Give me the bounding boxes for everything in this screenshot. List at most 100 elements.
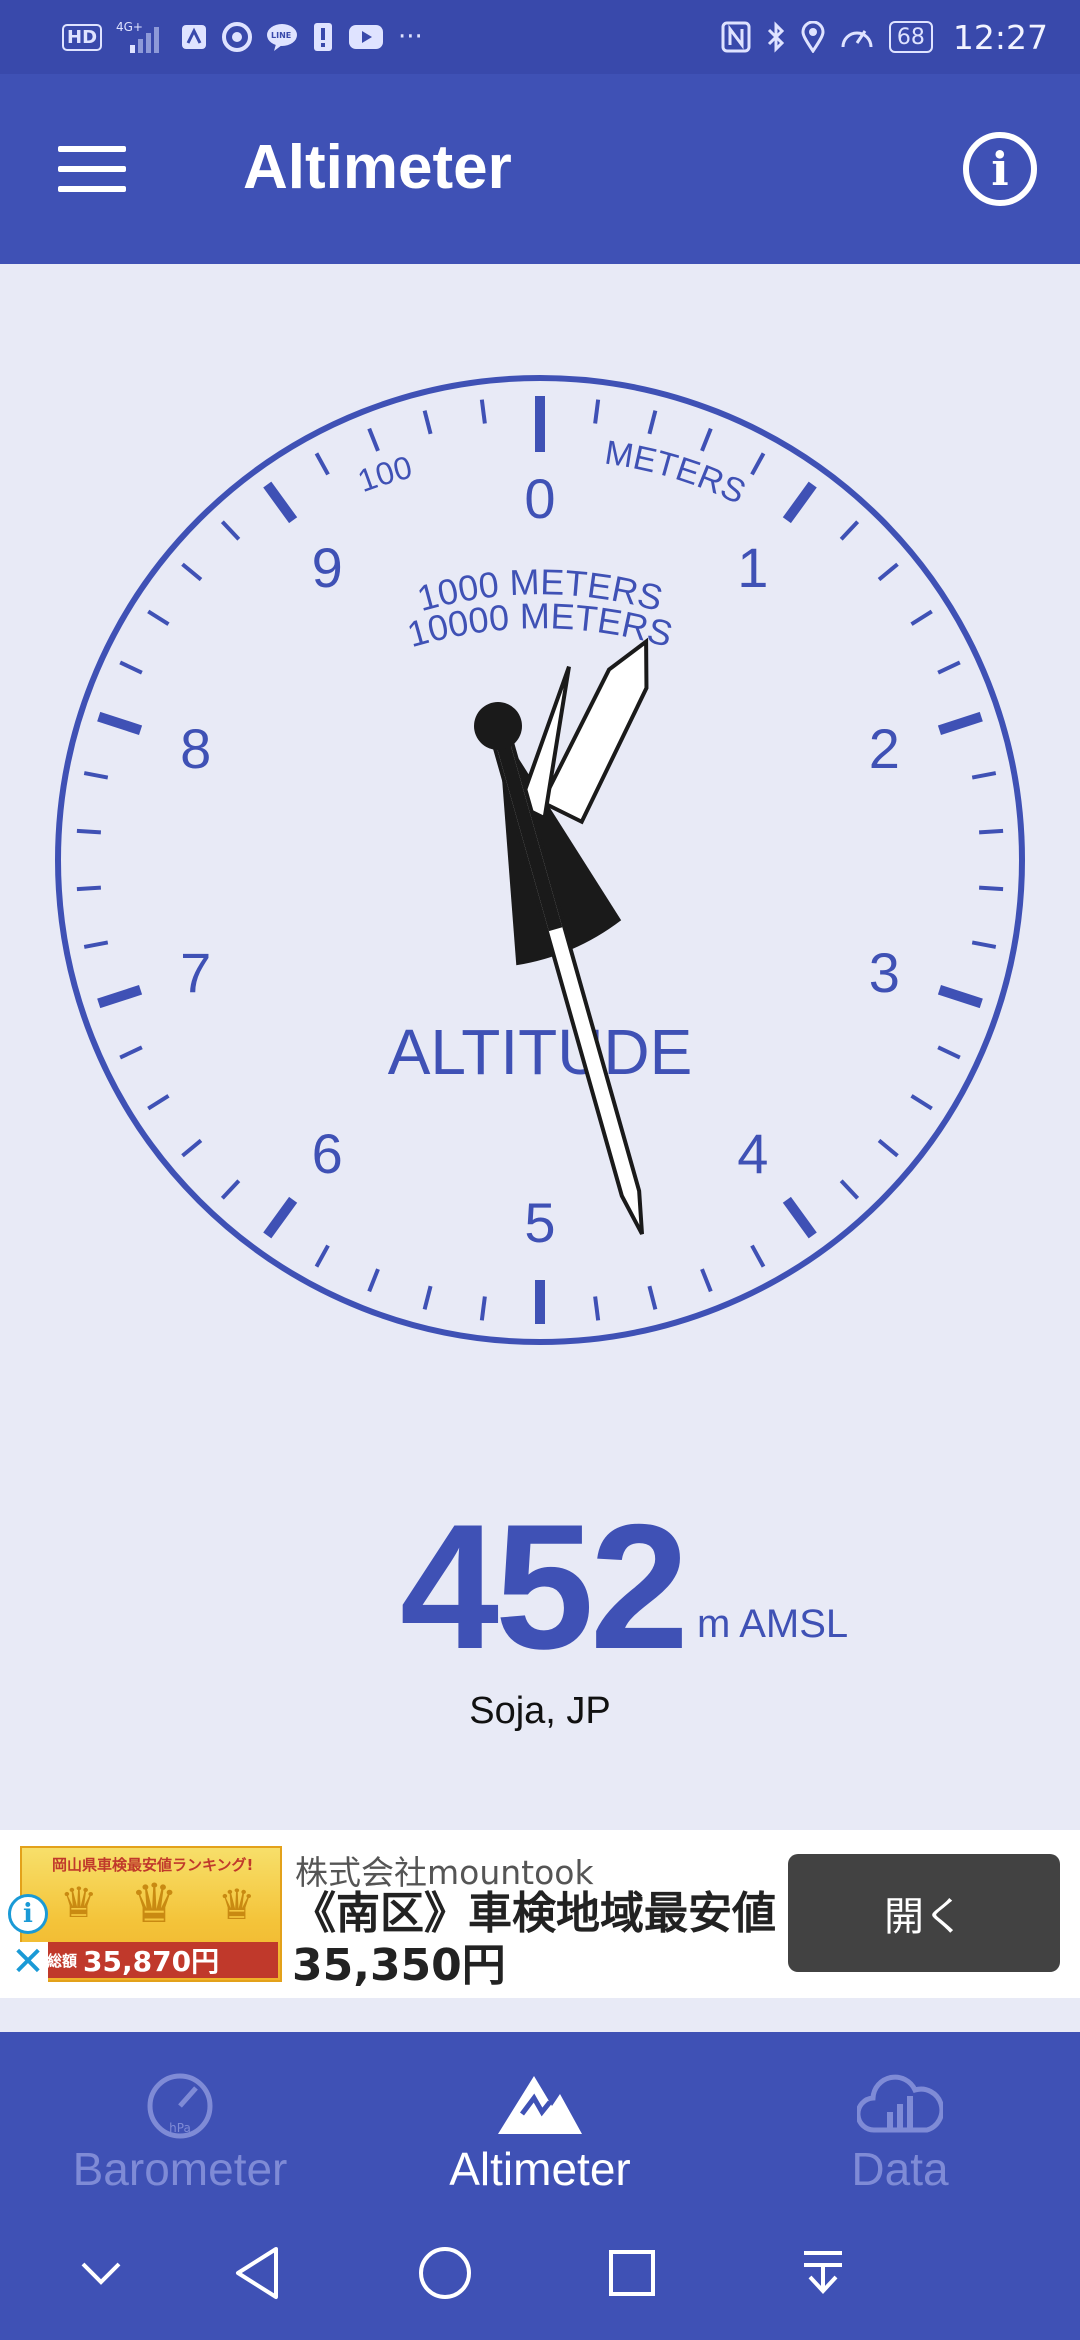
dial-minor-tick bbox=[979, 885, 1004, 892]
dial-minor-tick bbox=[479, 399, 487, 424]
dial-minor-tick bbox=[971, 940, 997, 949]
ad-headline[interactable]: 《南区》車検地域最安値35,350円 bbox=[292, 1888, 782, 1992]
svg-text:LINE: LINE bbox=[271, 31, 291, 40]
dial-minor-tick bbox=[181, 1138, 203, 1158]
dial-numeral: 9 bbox=[312, 536, 343, 599]
altitude-value: 452 bbox=[400, 1487, 689, 1686]
alert-icon bbox=[312, 21, 334, 53]
altitude-unit: m AMSL bbox=[697, 1602, 849, 1646]
trophy-icon: ♛ bbox=[218, 1880, 256, 1929]
dial-minor-tick bbox=[422, 1285, 433, 1310]
dial-minor-tick bbox=[910, 609, 933, 626]
dial-minor-tick bbox=[700, 1268, 713, 1293]
info-button[interactable]: i bbox=[963, 132, 1037, 206]
dial-minor-tick bbox=[937, 1045, 961, 1060]
dial-major-tick bbox=[937, 711, 983, 735]
nav-barometer[interactable]: hPa Barometer bbox=[0, 2032, 360, 2202]
ad-advertiser: 株式会社mountook bbox=[295, 1853, 594, 1892]
dial-minor-tick bbox=[750, 1244, 766, 1268]
mountain-icon bbox=[490, 2068, 590, 2140]
dial-minor-tick bbox=[647, 410, 658, 435]
dial-minor-tick bbox=[647, 1285, 658, 1310]
dial-minor-tick bbox=[76, 885, 101, 892]
dial-minor-tick bbox=[839, 520, 860, 541]
dial-major-tick bbox=[782, 481, 817, 524]
dial-minor-tick bbox=[76, 828, 101, 835]
nav-data[interactable]: Data bbox=[720, 2032, 1080, 2202]
bluetooth-icon bbox=[765, 21, 787, 53]
nav-label-data: Data bbox=[851, 2143, 949, 2195]
home-icon[interactable] bbox=[410, 2238, 480, 2308]
dial-minor-tick bbox=[839, 1179, 860, 1200]
trophy-icon: ♛ bbox=[130, 1872, 179, 1935]
dial-minor-tick bbox=[593, 1296, 601, 1321]
dial-major-tick bbox=[263, 481, 298, 524]
dial-minor-tick bbox=[877, 562, 899, 582]
dial-minor-tick bbox=[119, 1045, 143, 1060]
dial-major-tick bbox=[782, 1196, 817, 1239]
app-bar: Altimeter i bbox=[0, 74, 1080, 264]
dial-numeral: 6 bbox=[312, 1122, 343, 1185]
gauge-icon: hPa bbox=[130, 2068, 230, 2140]
battery-icon: 68 bbox=[888, 21, 933, 53]
menu-button[interactable] bbox=[58, 146, 126, 192]
ad-open-button[interactable]: 開く bbox=[788, 1854, 1060, 1972]
dial-minor-tick bbox=[979, 828, 1004, 835]
dial-numeral: 5 bbox=[524, 1191, 555, 1254]
altimeter-dial: 0123456789 100 METERS 1000 METERS 10000 … bbox=[52, 372, 1028, 1348]
svg-text:4G+: 4G+ bbox=[116, 20, 143, 34]
dial-minor-tick bbox=[593, 399, 601, 424]
dial-minor-tick bbox=[937, 660, 961, 675]
altitude-readout: 452 m AMSL bbox=[0, 1487, 1080, 1686]
hand-thousand bbox=[516, 637, 649, 825]
status-left-icons: HD 4G+ LINE ··· bbox=[62, 19, 721, 55]
dial-minor-tick bbox=[422, 410, 433, 435]
collapse-icon[interactable] bbox=[66, 2238, 136, 2308]
ad-close-icon[interactable]: ✕ bbox=[8, 1939, 48, 1985]
dial-minor-tick bbox=[181, 562, 203, 582]
label-meters: METERS bbox=[602, 434, 751, 512]
dial-minor-tick bbox=[119, 660, 143, 675]
line-icon: LINE bbox=[266, 22, 298, 52]
dial-numeral: 7 bbox=[180, 941, 211, 1004]
more-icon: ··· bbox=[398, 22, 423, 52]
dial-major-tick bbox=[97, 985, 143, 1009]
location-label: Soja, JP bbox=[469, 1690, 611, 1732]
ad-info-icon[interactable]: i bbox=[8, 1894, 48, 1934]
ad-image[interactable]: 岡山県車検最安値ランキング! ♛ ♛ ♛ 検総額 35,870円 bbox=[20, 1846, 282, 1982]
nav-altimeter[interactable]: Altimeter bbox=[360, 2032, 720, 2202]
menu-icon-bar bbox=[58, 166, 126, 172]
system-navigation-bar bbox=[0, 2202, 1080, 2340]
dial-minor-tick bbox=[220, 1179, 241, 1200]
dial-major-tick bbox=[937, 985, 983, 1009]
cloud-chart-icon bbox=[850, 2068, 950, 2140]
dial-numeral: 1 bbox=[737, 536, 768, 599]
recents-icon[interactable] bbox=[597, 2238, 667, 2308]
clock: 12:27 bbox=[952, 17, 1048, 57]
dial-numeral: 4 bbox=[737, 1122, 768, 1185]
back-icon[interactable] bbox=[222, 2238, 292, 2308]
dial-numeral: 8 bbox=[180, 717, 211, 780]
hand-pivot bbox=[474, 702, 522, 750]
dial-numeral: 2 bbox=[869, 717, 900, 780]
nav-label-altimeter: Altimeter bbox=[449, 2143, 631, 2195]
status-bar: HD 4G+ LINE ··· 68 12:27 bbox=[0, 0, 1080, 74]
dial-minor-tick bbox=[877, 1138, 899, 1158]
page-title: Altimeter bbox=[243, 133, 512, 202]
notification-pull-icon[interactable] bbox=[788, 2238, 858, 2308]
altimeter-dial-svg: 0123456789 100 METERS 1000 METERS 10000 … bbox=[55, 375, 1025, 1345]
dial-minor-tick bbox=[700, 427, 713, 452]
dial-minor-tick bbox=[750, 452, 766, 476]
dial-minor-tick bbox=[971, 771, 997, 780]
dial-minor-tick bbox=[220, 520, 241, 541]
dial-minor-tick bbox=[83, 940, 109, 949]
dial-minor-tick bbox=[314, 1244, 330, 1268]
chrome-icon bbox=[222, 22, 253, 52]
ad-image-price: 検総額 35,870円 bbox=[26, 1942, 278, 1978]
location-icon bbox=[801, 21, 825, 53]
dial-minor-tick bbox=[367, 1268, 380, 1293]
nav-label-barometer: Barometer bbox=[72, 2143, 288, 2195]
dial-minor-tick bbox=[147, 609, 170, 626]
dial-major-tick bbox=[97, 711, 143, 735]
ad-banner[interactable]: 岡山県車検最安値ランキング! ♛ ♛ ♛ 検総額 35,870円 i ✕ 株式会社… bbox=[0, 1830, 1080, 1998]
